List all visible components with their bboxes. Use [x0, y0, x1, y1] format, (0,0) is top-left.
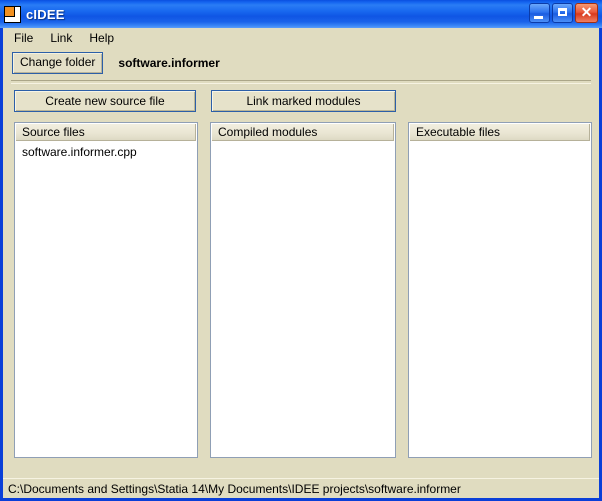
minimize-button[interactable]: [529, 3, 550, 23]
change-folder-button[interactable]: Change folder: [12, 52, 104, 74]
panels-container: Source files software.informer.cpp Compi…: [3, 122, 599, 462]
list-item[interactable]: software.informer.cpp: [15, 144, 197, 160]
maximize-button[interactable]: [552, 3, 573, 23]
link-marked-modules-button[interactable]: Link marked modules: [211, 90, 396, 112]
create-new-source-file-button[interactable]: Create new source file: [14, 90, 196, 112]
source-files-list[interactable]: software.informer.cpp: [15, 141, 197, 160]
toolbar: Change folder software.informer: [3, 48, 599, 78]
close-button[interactable]: ✕: [575, 3, 598, 23]
menu-item-file[interactable]: File: [9, 29, 41, 47]
application-window: cIDEE ✕ File Link Help Change folder sof…: [0, 0, 602, 501]
compiled-modules-list[interactable]: [211, 141, 395, 144]
status-bar: C:\Documents and Settings\Statia 14\My D…: [3, 478, 599, 498]
toolbar-separator: [11, 80, 591, 84]
client-area: File Link Help Change folder software.in…: [3, 28, 599, 498]
menu-item-help[interactable]: Help: [84, 29, 122, 47]
app-square-icon: [4, 5, 21, 23]
window-controls: ✕: [529, 3, 598, 23]
executable-files-header[interactable]: Executable files: [410, 124, 590, 141]
menu-bar: File Link Help: [3, 28, 599, 48]
column-header-label: Compiled modules: [218, 125, 318, 139]
executable-files-list[interactable]: [409, 141, 591, 144]
compiled-modules-header[interactable]: Compiled modules: [212, 124, 394, 141]
title-bar[interactable]: cIDEE ✕: [0, 0, 602, 28]
status-path-label: C:\Documents and Settings\Statia 14\My D…: [8, 481, 461, 496]
source-files-header[interactable]: Source files: [16, 124, 196, 141]
window-title: cIDEE: [26, 6, 65, 22]
current-folder-label: software.informer: [118, 56, 220, 70]
menu-item-link[interactable]: Link: [45, 29, 80, 47]
source-files-panel[interactable]: Source files software.informer.cpp: [14, 122, 198, 458]
column-header-label: Executable files: [416, 125, 501, 139]
compiled-modules-panel[interactable]: Compiled modules: [210, 122, 396, 458]
executable-files-panel[interactable]: Executable files: [408, 122, 592, 458]
column-header-label: Source files: [22, 125, 85, 139]
action-button-row: Create new source file Link marked modul…: [3, 90, 599, 118]
